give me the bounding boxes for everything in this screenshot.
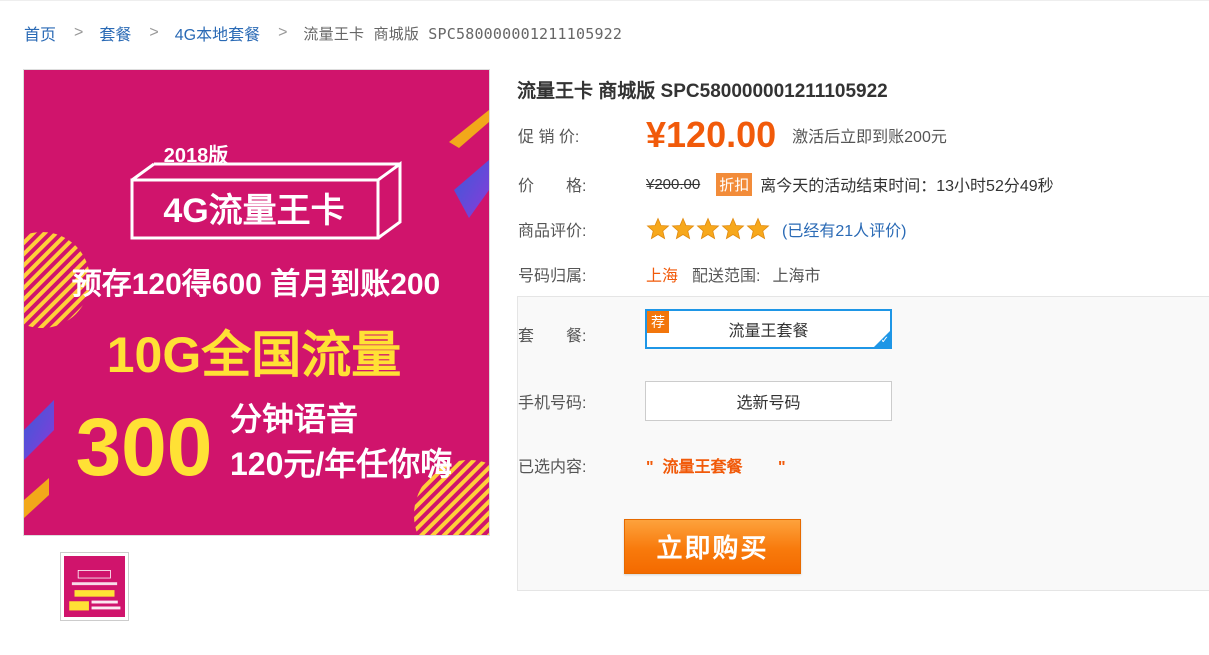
star-icon bbox=[746, 217, 770, 240]
price-row: 价 格: ¥200.00 折扣 离今天的活动结束时间：13小时52分49秒 bbox=[518, 172, 1054, 196]
banner-line3b: 120元/年任你嗨 bbox=[230, 446, 452, 482]
location-label: 号码归属: bbox=[518, 268, 587, 285]
thumbnail-image bbox=[64, 556, 125, 617]
selected-value: " 流量王套餐 " bbox=[646, 459, 786, 476]
chevron-right-icon: > bbox=[149, 24, 159, 41]
banner-line3a: 分钟语音 bbox=[230, 401, 358, 437]
promo-price-row: 促 销 价: ¥120.00 激活后立即到账200元 bbox=[518, 113, 947, 157]
breadcrumb-home-link[interactable]: 首页 bbox=[24, 21, 56, 45]
discount-badge: 折扣 bbox=[716, 172, 753, 196]
phone-row: 手机号码: bbox=[518, 389, 646, 413]
recommend-badge: 荐 bbox=[647, 311, 669, 333]
star-icon bbox=[671, 217, 695, 240]
rating-stars bbox=[646, 217, 770, 241]
banner-line1: 预存120得600 首月到账200 bbox=[72, 268, 441, 301]
original-price: ¥200.00 bbox=[646, 175, 701, 193]
shipping-value: 上海市 bbox=[772, 268, 821, 285]
package-option-label: 流量王套餐 bbox=[728, 323, 809, 340]
promo-note: 激活后立即到账200元 bbox=[792, 129, 947, 146]
star-icon bbox=[646, 217, 670, 240]
price-label: 价 格: bbox=[518, 178, 587, 195]
banner-big-number: 300 bbox=[76, 402, 213, 493]
breadcrumb-current: 流量王卡 商城版 SPC580000001211105922 bbox=[303, 24, 623, 43]
banner-name: 4G流量王卡 bbox=[163, 192, 344, 230]
package-option-selected[interactable]: 荐 流量王套餐 ✓ bbox=[645, 309, 892, 349]
package-label: 套 餐: bbox=[518, 328, 587, 345]
countdown-text: 离今天的活动结束时间：13小时52分49秒 bbox=[760, 178, 1054, 195]
top-divider bbox=[0, 0, 1209, 3]
buy-now-button[interactable]: 立即购买 bbox=[624, 519, 801, 574]
breadcrumb: 首页 > 套餐 > 4G本地套餐 > 流量王卡 商城版 SPC580000001… bbox=[24, 22, 622, 44]
location-value: 上海 bbox=[646, 268, 679, 285]
selected-label: 已选内容: bbox=[518, 459, 587, 476]
product-main-image[interactable]: 2018版 4G流量王卡 预存120得600 首月到账200 10G全国流量 3… bbox=[23, 69, 490, 536]
product-title: 流量王卡 商城版 SPC580000001211105922 bbox=[517, 81, 888, 102]
location-row: 号码归属: 上海 配送范围: 上海市 bbox=[518, 262, 820, 286]
promo-price: ¥120.00 bbox=[646, 114, 777, 155]
banner-line2: 10G全国流量 bbox=[107, 327, 402, 383]
rating-label: 商品评价: bbox=[518, 223, 587, 240]
chevron-right-icon: > bbox=[74, 24, 84, 41]
star-icon bbox=[696, 217, 720, 240]
breadcrumb-4g-local-link[interactable]: 4G本地套餐 bbox=[175, 21, 260, 45]
breadcrumb-package-link[interactable]: 套餐 bbox=[99, 21, 131, 45]
product-banner: 2018版 4G流量王卡 预存120得600 首月到账200 10G全国流量 3… bbox=[24, 70, 489, 535]
package-row: 套 餐: bbox=[518, 322, 646, 346]
phone-label: 手机号码: bbox=[518, 395, 587, 412]
selected-row: 已选内容: " 流量王套餐 " bbox=[518, 453, 786, 477]
product-thumbnail[interactable] bbox=[60, 552, 129, 621]
check-icon: ✓ bbox=[880, 335, 889, 346]
star-icon bbox=[721, 217, 745, 240]
shipping-label: 配送范围: bbox=[692, 268, 761, 285]
promo-price-label: 促 销 价: bbox=[518, 129, 580, 146]
review-count-link[interactable]: (已经有21人评价) bbox=[782, 217, 906, 241]
chevron-right-icon: > bbox=[278, 24, 288, 41]
rating-row: 商品评价: (已经有21人评价) bbox=[518, 216, 906, 242]
choose-number-button[interactable]: 选新号码 bbox=[645, 381, 892, 421]
